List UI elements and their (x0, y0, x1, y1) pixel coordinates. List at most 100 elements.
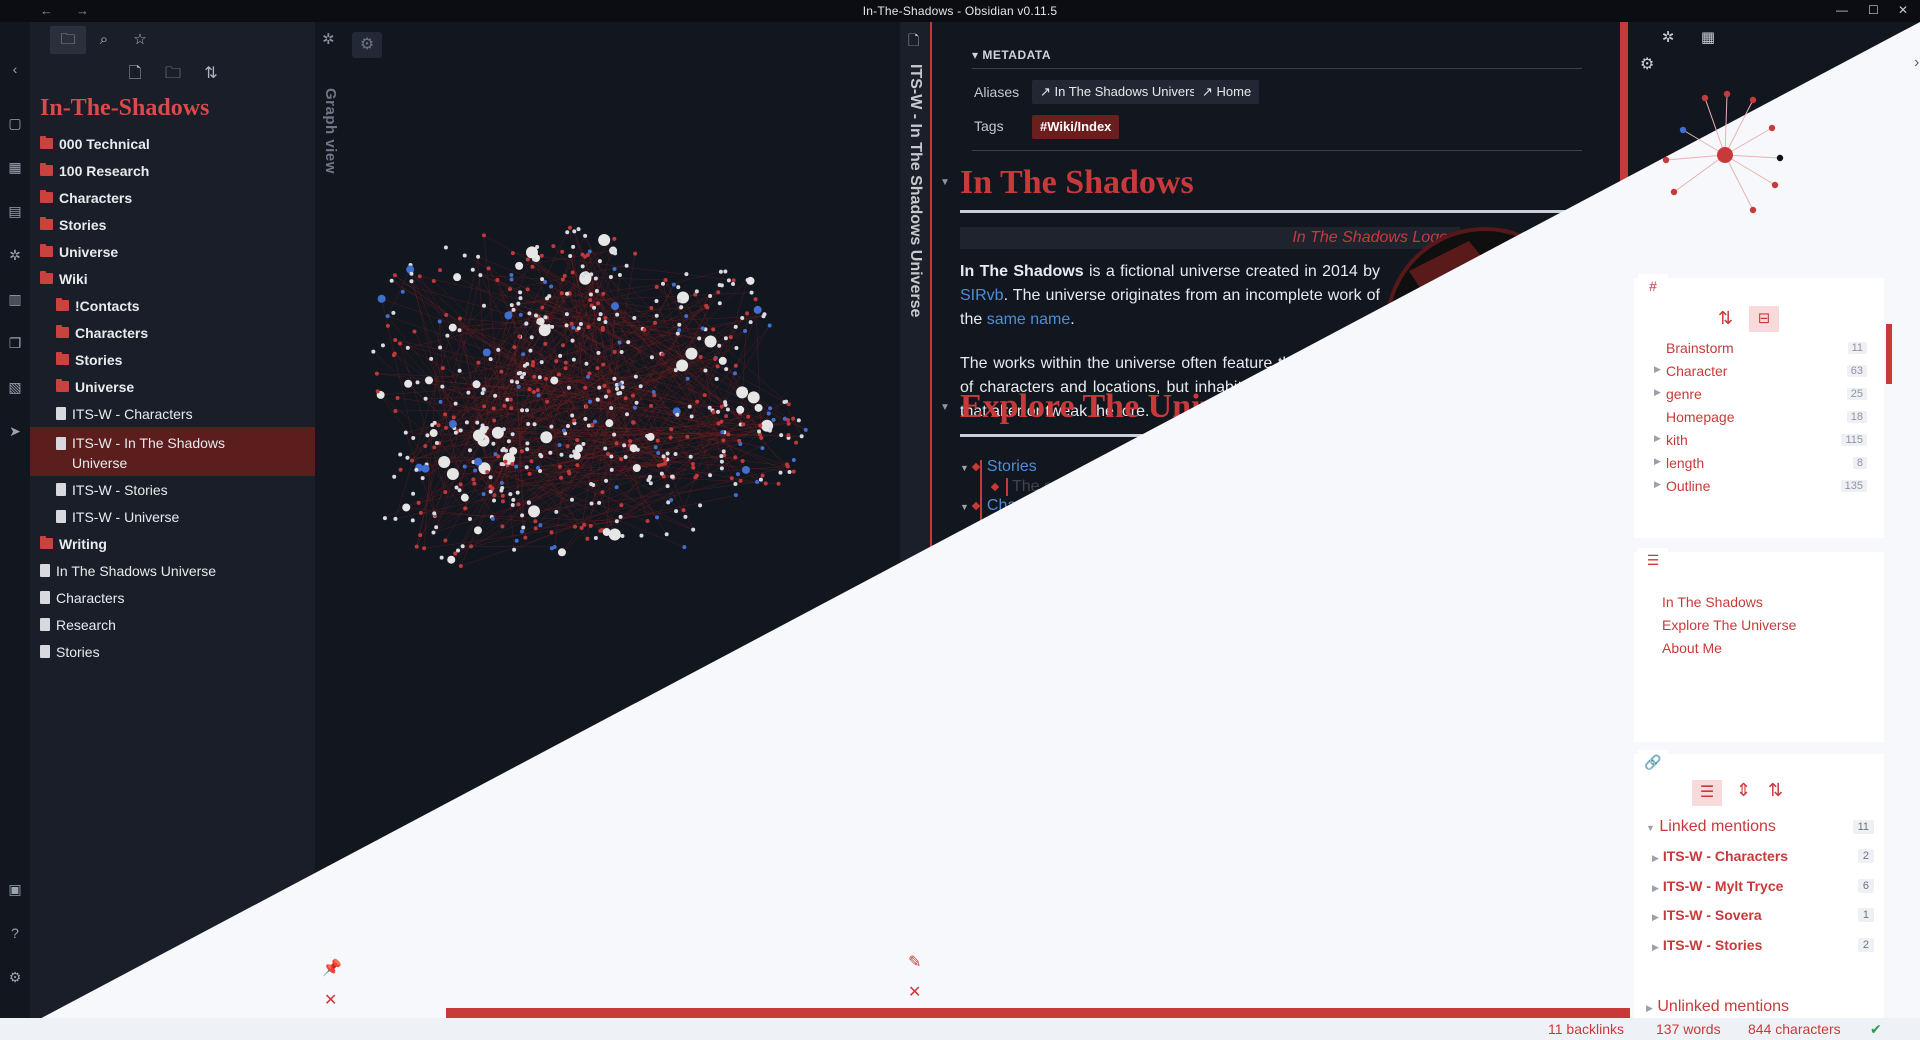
graph-node[interactable] (453, 273, 462, 282)
graph-node[interactable] (749, 290, 754, 295)
graph-node[interactable] (510, 251, 515, 256)
graph-node[interactable] (724, 367, 729, 372)
graph-node[interactable] (691, 527, 696, 532)
graph-node[interactable] (573, 524, 578, 529)
graph-node[interactable] (481, 303, 486, 308)
graph-node[interactable] (485, 469, 490, 474)
graph-node[interactable] (723, 336, 728, 341)
graph-node[interactable] (385, 314, 390, 319)
graph-node[interactable] (488, 475, 493, 480)
graph-node[interactable] (598, 234, 611, 247)
graph-node[interactable] (540, 305, 545, 310)
graph-node[interactable] (784, 462, 789, 467)
graph-node[interactable] (524, 408, 529, 413)
graph-node[interactable] (610, 247, 615, 252)
graph-node[interactable] (398, 467, 403, 472)
graph-node[interactable] (520, 513, 525, 518)
graph-node[interactable] (467, 448, 472, 453)
graph-node[interactable] (683, 514, 688, 519)
daily-note-icon[interactable]: ▢ (6, 114, 24, 132)
graph-node[interactable] (584, 271, 589, 276)
pin-icon[interactable]: 📌 (322, 958, 342, 978)
graph-node[interactable] (504, 311, 513, 320)
graph-node[interactable] (423, 443, 428, 448)
graph-node[interactable] (510, 461, 515, 466)
graph-node[interactable] (622, 443, 627, 448)
graph-node[interactable] (559, 475, 564, 480)
graph-node[interactable] (617, 272, 622, 277)
hierarchy-icon[interactable]: ⊟ (1749, 306, 1779, 332)
graph-node[interactable] (558, 353, 563, 358)
help-icon[interactable]: ? (6, 924, 24, 942)
fold-icon[interactable]: ▼ (940, 402, 950, 413)
graph-node[interactable] (572, 229, 577, 234)
graph-node[interactable] (623, 454, 628, 459)
graph-node[interactable] (618, 390, 623, 395)
publish-icon[interactable]: ➤ (6, 422, 24, 440)
metadata-heading[interactable]: ▾ METADATA (972, 48, 1051, 62)
collapse-right-icon[interactable]: › (1914, 54, 1919, 72)
graph-node[interactable] (543, 315, 548, 320)
collapse-results-icon[interactable]: ☰ (1692, 780, 1722, 806)
local-graph[interactable] (1650, 80, 1870, 230)
graph-node[interactable] (499, 488, 504, 493)
graph-node[interactable] (519, 529, 524, 534)
graph-node[interactable] (638, 384, 643, 389)
graph-node[interactable] (472, 380, 481, 389)
graph-node[interactable] (690, 461, 695, 466)
kanban-icon[interactable]: ▧ (6, 378, 24, 396)
graph-node[interactable] (729, 476, 734, 481)
graph-node[interactable] (431, 279, 436, 284)
graph-node[interactable] (606, 389, 611, 394)
graph-node[interactable] (754, 403, 763, 412)
graph-node[interactable] (524, 321, 529, 326)
graph-node[interactable] (509, 379, 514, 384)
graph-node[interactable] (614, 485, 619, 490)
graph-node[interactable] (619, 503, 624, 508)
graph-node[interactable] (438, 456, 451, 469)
graph-node[interactable] (491, 406, 496, 411)
graph-node[interactable] (495, 278, 500, 283)
fold-icon[interactable]: ▼ (940, 177, 950, 188)
graph-node[interactable] (509, 277, 514, 282)
graph-node[interactable] (700, 326, 705, 331)
graph-node[interactable] (753, 305, 762, 314)
folder-item[interactable]: !Contacts (30, 292, 315, 319)
graph-node[interactable] (661, 454, 666, 459)
graph-node[interactable] (605, 452, 610, 457)
graph-node[interactable] (632, 405, 637, 410)
graph-node[interactable] (753, 297, 758, 302)
graph-node[interactable] (481, 387, 486, 392)
graph-node[interactable] (464, 420, 469, 425)
graph-node[interactable] (565, 230, 570, 235)
graph-node[interactable] (533, 526, 538, 531)
graph-node[interactable] (554, 509, 559, 514)
graph-node[interactable] (440, 366, 445, 371)
graph-node[interactable] (458, 428, 463, 433)
graph-node[interactable] (738, 478, 743, 483)
graph-node[interactable] (535, 465, 540, 470)
graph-node[interactable] (476, 360, 481, 365)
graph-node[interactable] (614, 519, 619, 524)
graph-node[interactable] (502, 403, 507, 408)
graph-node[interactable] (511, 307, 516, 312)
graph-node[interactable] (457, 316, 462, 321)
graph-node[interactable] (565, 423, 570, 428)
graph-node[interactable] (583, 233, 588, 238)
collapse-left-icon[interactable]: ‹ (6, 60, 24, 78)
graph-node[interactable] (514, 464, 519, 469)
graph-node[interactable] (510, 503, 515, 508)
graph-node[interactable] (539, 253, 544, 258)
sort-icon[interactable]: ⇅ (192, 63, 230, 83)
graph-node[interactable] (545, 296, 550, 301)
graph-node[interactable] (400, 289, 405, 294)
graph-node[interactable] (482, 404, 487, 409)
graph-node[interactable] (762, 312, 767, 317)
graph-node[interactable] (531, 390, 536, 395)
graph-node[interactable] (492, 418, 497, 423)
graph-node[interactable] (548, 450, 553, 455)
graph-node[interactable] (613, 251, 618, 256)
graph-node[interactable] (785, 418, 790, 423)
graph-node[interactable] (550, 376, 559, 385)
graph-node[interactable] (589, 272, 594, 277)
